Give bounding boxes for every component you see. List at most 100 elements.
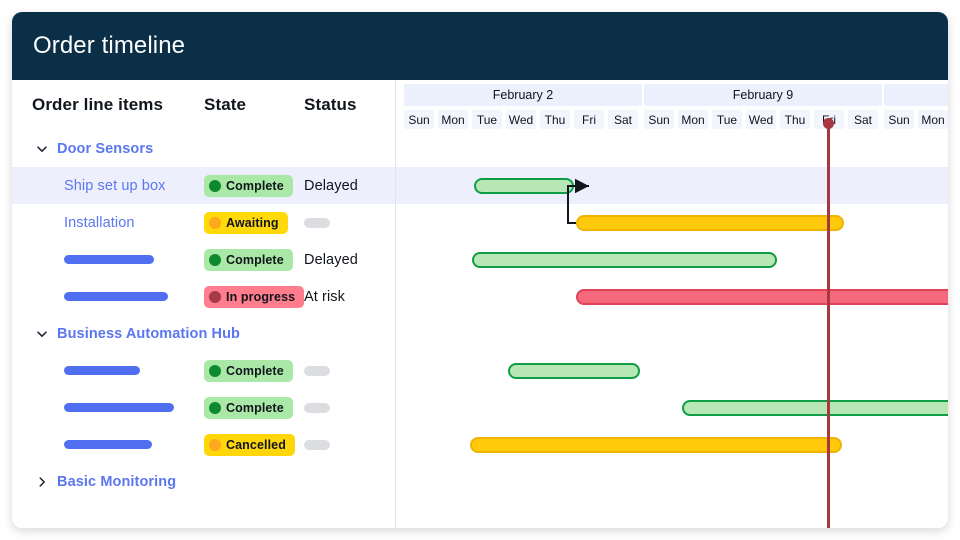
- timeline-day-cell: Wed: [506, 110, 536, 129]
- table-row[interactable]: Ship set up box Complete Delayed: [12, 167, 395, 204]
- gantt-bar[interactable]: [682, 400, 948, 416]
- state-dot-icon: [209, 290, 221, 303]
- group-row[interactable]: Door Sensors: [12, 130, 395, 167]
- status-badge: Delayed: [304, 177, 358, 194]
- table-row[interactable]: Cancelled: [12, 426, 395, 463]
- task-name-placeholder: [64, 440, 152, 449]
- state-label: Complete: [226, 178, 284, 193]
- task-name[interactable]: Installation: [64, 215, 135, 231]
- group-label[interactable]: Door Sensors: [57, 141, 153, 157]
- group-label[interactable]: Basic Monitoring: [57, 474, 176, 490]
- timeline-day-label: Tue: [476, 112, 498, 127]
- table-row[interactable]: Complete: [12, 352, 395, 389]
- gantt-bar[interactable]: [576, 289, 948, 305]
- timeline-day-cell: Tue: [472, 110, 502, 129]
- timeline-task-row: [396, 241, 948, 278]
- state-badge[interactable]: Awaiting: [204, 211, 288, 234]
- timeline-day-label: Tue: [716, 112, 738, 127]
- task-name-placeholder: [64, 403, 174, 412]
- timeline-day-cell: Sun: [404, 110, 434, 129]
- state-badge[interactable]: Complete: [204, 396, 293, 419]
- timeline-pane[interactable]: February 2 February 9 Sun Mon Tue Wed Thu Fri Sa…: [396, 80, 948, 528]
- status-placeholder: [304, 217, 330, 228]
- state-badge[interactable]: In progress: [204, 285, 305, 308]
- timeline-day-cell: Mon: [678, 110, 708, 129]
- state-label: Complete: [226, 363, 284, 378]
- timeline-day-label: Thu: [544, 112, 566, 127]
- state-dot-icon: [209, 216, 221, 229]
- today-marker-dot: [823, 118, 834, 129]
- page-title: Order timeline: [33, 32, 186, 59]
- chevron-down-icon[interactable]: [34, 326, 50, 342]
- timeline-day-cell: Mon: [918, 110, 948, 129]
- table-row[interactable]: Installation Awaiting: [12, 204, 395, 241]
- timeline-day-cell: Wed: [746, 110, 776, 129]
- group-label[interactable]: Business Automation Hub: [57, 326, 240, 342]
- timeline-week-band: February 9: [644, 84, 882, 106]
- state-label: Awaiting: [226, 215, 279, 230]
- timeline-header: February 2 February 9 Sun Mon Tue Wed Thu Fri Sa…: [396, 80, 948, 130]
- state-dot-icon: [209, 364, 221, 377]
- timeline-week-band: [884, 84, 948, 106]
- timeline-group-row: [396, 315, 948, 352]
- timeline-week-band: February 2: [404, 84, 642, 106]
- window-titlebar: Order timeline: [12, 12, 948, 80]
- task-name-placeholder: [64, 255, 154, 264]
- timeline-day-cell: Sat: [608, 110, 638, 129]
- timeline-group-row: [396, 463, 948, 500]
- timeline-day-label: Sat: [613, 112, 632, 127]
- timeline-rows: [396, 130, 948, 528]
- table-row[interactable]: Complete Delayed: [12, 241, 395, 278]
- table-row[interactable]: In progress At risk: [12, 278, 395, 315]
- gantt-bar[interactable]: [472, 252, 777, 268]
- task-name-placeholder: [64, 292, 168, 301]
- timeline-day-label: Thu: [784, 112, 806, 127]
- state-label: Cancelled: [226, 437, 286, 452]
- state-badge[interactable]: Complete: [204, 248, 293, 271]
- timeline-day-cell: Thu: [540, 110, 570, 129]
- timeline-day-label: Sun: [648, 112, 670, 127]
- state-dot-icon: [209, 401, 221, 414]
- table-row[interactable]: Complete: [12, 389, 395, 426]
- status-badge: At risk: [304, 288, 345, 305]
- timeline-week-label: February 2: [492, 88, 554, 102]
- state-badge[interactable]: Cancelled: [204, 433, 295, 456]
- task-name-placeholder: [64, 366, 140, 375]
- state-badge[interactable]: Complete: [204, 174, 293, 197]
- timeline-day-label: Mon: [681, 112, 705, 127]
- timeline-group-row: [396, 130, 948, 167]
- timeline-day-cell: Mon: [438, 110, 468, 129]
- timeline-week-label: February 9: [732, 88, 794, 102]
- state-dot-icon: [209, 253, 221, 266]
- timeline-task-row: [396, 167, 948, 204]
- gantt-bar[interactable]: [576, 215, 844, 231]
- timeline-task-row: [396, 278, 948, 315]
- gantt-bar[interactable]: [508, 363, 640, 379]
- group-row[interactable]: Basic Monitoring: [12, 463, 395, 500]
- timeline-day-cell: Sun: [644, 110, 674, 129]
- column-header-status: Status: [304, 95, 357, 114]
- status-placeholder: [304, 402, 330, 413]
- timeline-task-row: [396, 204, 948, 241]
- chevron-right-icon[interactable]: [34, 474, 50, 490]
- timeline-day-cell: Sun: [884, 110, 914, 129]
- state-label: Complete: [226, 400, 284, 415]
- group-row[interactable]: Business Automation Hub: [12, 315, 395, 352]
- table-header-row: Order line items State Status: [12, 80, 395, 130]
- gantt-bar[interactable]: [470, 437, 842, 453]
- timeline-task-row: [396, 389, 948, 426]
- timeline-task-row: [396, 426, 948, 463]
- state-badge[interactable]: Complete: [204, 359, 293, 382]
- task-name[interactable]: Ship set up box: [64, 178, 165, 194]
- gantt-bar[interactable]: [474, 178, 574, 194]
- status-badge: Delayed: [304, 251, 358, 268]
- chevron-down-icon[interactable]: [34, 141, 50, 157]
- timeline-day-label: Wed: [508, 112, 534, 127]
- timeline-day-label: Wed: [748, 112, 774, 127]
- state-label: Complete: [226, 252, 284, 267]
- timeline-day-cell: Fri: [574, 110, 604, 129]
- timeline-day-label: Mon: [921, 112, 945, 127]
- timeline-day-cell: Thu: [780, 110, 810, 129]
- timeline-task-row: [396, 352, 948, 389]
- timeline-day-label: Sun: [408, 112, 430, 127]
